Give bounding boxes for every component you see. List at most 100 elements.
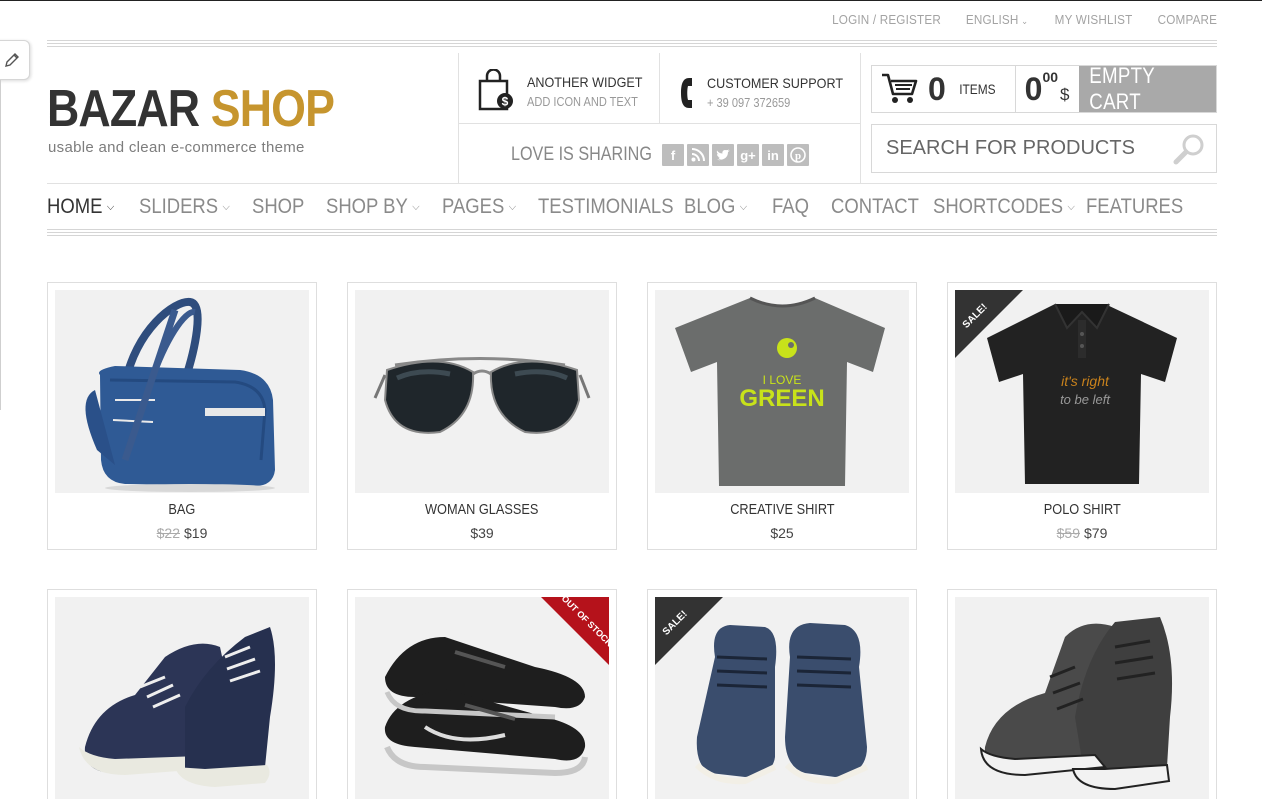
chevron-down-icon: ⌵ bbox=[508, 200, 517, 213]
chevron-down-icon: ⌄ bbox=[1021, 16, 1029, 26]
logo-word-2: SHOP bbox=[210, 80, 335, 138]
cart-items-label: ITEMS bbox=[959, 81, 996, 97]
nav-divider bbox=[47, 229, 1217, 236]
google-plus-icon[interactable]: g+ bbox=[737, 144, 759, 166]
product-image[interactable] bbox=[55, 290, 309, 493]
shirt-text-1: it's right bbox=[1061, 373, 1110, 389]
nav-faq[interactable]: FAQ bbox=[772, 195, 809, 219]
header-divider-3 bbox=[860, 53, 861, 184]
product-card[interactable] bbox=[947, 589, 1217, 799]
product-name[interactable]: WOMAN GLASSES bbox=[348, 501, 616, 518]
nav-label: FAQ bbox=[772, 195, 809, 218]
search-icon[interactable] bbox=[1172, 132, 1206, 166]
chevron-down-icon: ⌵ bbox=[1067, 200, 1075, 213]
another-widget: $ ANOTHER WIDGET ADD ICON AND TEXT bbox=[477, 69, 658, 113]
chevron-down-icon: ⌵ bbox=[739, 200, 748, 213]
nav-home[interactable]: HOME ⌵ bbox=[47, 195, 114, 219]
top-bar: LOGIN / REGISTER ENGLISH ⌄ MY WISHLIST CO… bbox=[820, 12, 1217, 27]
cart-count: 0 bbox=[928, 70, 946, 107]
shopping-bag-dollar-icon: $ bbox=[478, 69, 513, 111]
nav-contact[interactable]: CONTACT bbox=[831, 195, 919, 219]
pencil-icon bbox=[4, 53, 19, 67]
search-input[interactable] bbox=[872, 125, 1162, 172]
nav-label: TESTIMONIALS bbox=[538, 195, 674, 218]
site-header: BAZAR SHOP usable and clean e-commerce t… bbox=[47, 53, 1217, 184]
product-old-price: $22 bbox=[156, 525, 180, 541]
header-divider-2 bbox=[659, 53, 660, 123]
pinterest-icon[interactable]: p bbox=[787, 144, 809, 166]
edit-panel-toggle[interactable] bbox=[0, 40, 30, 80]
product-image[interactable] bbox=[55, 597, 309, 799]
nav-features[interactable]: FEATURES bbox=[1086, 195, 1183, 219]
nav-testimonials[interactable]: TESTIMONIALS bbox=[538, 195, 674, 219]
svg-text:$: $ bbox=[502, 95, 509, 109]
product-card[interactable]: WOMAN GLASSES $39 bbox=[347, 282, 617, 550]
nav-label: SLIDERS bbox=[139, 195, 219, 218]
product-name[interactable]: CREATIVE SHIRT bbox=[648, 501, 916, 518]
product-card[interactable]: BAG $22 $19 bbox=[47, 282, 317, 550]
nav-pages[interactable]: PAGES ⌵ bbox=[442, 195, 516, 219]
nav-label: FEATURES bbox=[1086, 195, 1184, 218]
sale-badge: SALE! bbox=[655, 597, 723, 665]
nav-sliders[interactable]: SLIDERS ⌵ bbox=[139, 195, 230, 219]
cart-icon bbox=[882, 73, 918, 103]
edit-panel-edge bbox=[0, 80, 1, 410]
product-image[interactable]: I LOVE GREEN bbox=[655, 290, 909, 493]
product-name[interactable]: BAG bbox=[48, 501, 316, 518]
chevron-down-icon: ⌵ bbox=[106, 200, 115, 213]
login-register-link[interactable]: LOGIN / REGISTER bbox=[832, 12, 941, 27]
out-of-stock-badge: OUT OF STOCK bbox=[541, 597, 609, 665]
product-search bbox=[871, 124, 1217, 173]
empty-cart-label: EMPTY CART bbox=[1088, 63, 1155, 114]
nav-label: HOME bbox=[47, 195, 103, 218]
cart-total-amount: 0 bbox=[1024, 70, 1043, 107]
facebook-icon[interactable]: f bbox=[662, 144, 684, 166]
twitter-icon[interactable] bbox=[712, 144, 734, 166]
site-logo[interactable]: BAZAR SHOP bbox=[47, 79, 335, 139]
product-card[interactable] bbox=[47, 589, 317, 799]
chevron-down-icon: ⌵ bbox=[222, 200, 230, 213]
shirt-text-2: to be left bbox=[1060, 392, 1111, 407]
svg-text:p: p bbox=[795, 150, 801, 162]
nav-blog[interactable]: BLOG ⌵ bbox=[684, 195, 747, 219]
product-price: $25 bbox=[648, 525, 916, 541]
another-widget-subtitle: ADD ICON AND TEXT bbox=[527, 93, 638, 109]
product-image[interactable] bbox=[955, 597, 1209, 799]
product-card[interactable]: I LOVE GREEN CREATIVE SHIRT $25 bbox=[647, 282, 917, 550]
product-image[interactable] bbox=[355, 290, 609, 493]
product-price: $59 $79 bbox=[948, 525, 1216, 541]
nav-shop-by[interactable]: SHOP BY ⌵ bbox=[326, 195, 420, 219]
window-top-border bbox=[0, 0, 1262, 1]
cart-icon-cell bbox=[872, 66, 928, 112]
creative-shirt-image: I LOVE GREEN bbox=[675, 296, 885, 486]
chevron-down-icon: ⌵ bbox=[412, 200, 420, 213]
sharing-label: LOVE IS SHARING bbox=[511, 144, 652, 165]
header-divider-1 bbox=[458, 53, 459, 184]
product-card[interactable]: SALE! bbox=[647, 589, 917, 799]
product-price: $22 $19 bbox=[48, 525, 316, 541]
logo-tagline: usable and clean e-commerce theme bbox=[48, 139, 305, 156]
high-top-sneakers-image bbox=[979, 617, 1173, 791]
cart-total: 0 00 $ bbox=[1014, 66, 1079, 112]
nav-label: PAGES bbox=[442, 195, 505, 218]
nav-shortcodes[interactable]: SHORTCODES ⌵ bbox=[933, 195, 1075, 219]
linkedin-icon[interactable]: in bbox=[762, 144, 784, 166]
product-card[interactable]: it's right to be left SALE! POLO SHIRT $… bbox=[947, 282, 1217, 550]
product-name[interactable]: POLO SHIRT bbox=[948, 501, 1216, 518]
phone-icon bbox=[681, 77, 692, 108]
support-widget: CUSTOMER SUPPORT + 39 097 372659 bbox=[679, 75, 858, 110]
product-card[interactable]: OUT OF STOCK bbox=[347, 589, 617, 799]
language-selector[interactable]: ENGLISH ⌄ bbox=[966, 12, 1028, 27]
compare-link[interactable]: COMPARE bbox=[1157, 12, 1217, 27]
wishlist-link[interactable]: MY WISHLIST bbox=[1055, 12, 1133, 27]
product-price: $39 bbox=[348, 525, 616, 541]
support-widget-phone: + 39 097 372659 bbox=[707, 95, 791, 110]
nav-shop[interactable]: SHOP bbox=[252, 195, 304, 219]
product-current-price: $19 bbox=[184, 525, 208, 541]
rss-icon[interactable] bbox=[687, 144, 709, 166]
logo-word-1: BAZAR bbox=[47, 80, 200, 138]
cart-widget[interactable]: 0 ITEMS 0 00 $ EMPTY CART bbox=[871, 63, 1217, 114]
product-current-price: $25 bbox=[770, 525, 794, 541]
sale-badge: SALE! bbox=[955, 290, 1023, 358]
empty-cart-button[interactable]: EMPTY CART bbox=[1078, 63, 1216, 114]
